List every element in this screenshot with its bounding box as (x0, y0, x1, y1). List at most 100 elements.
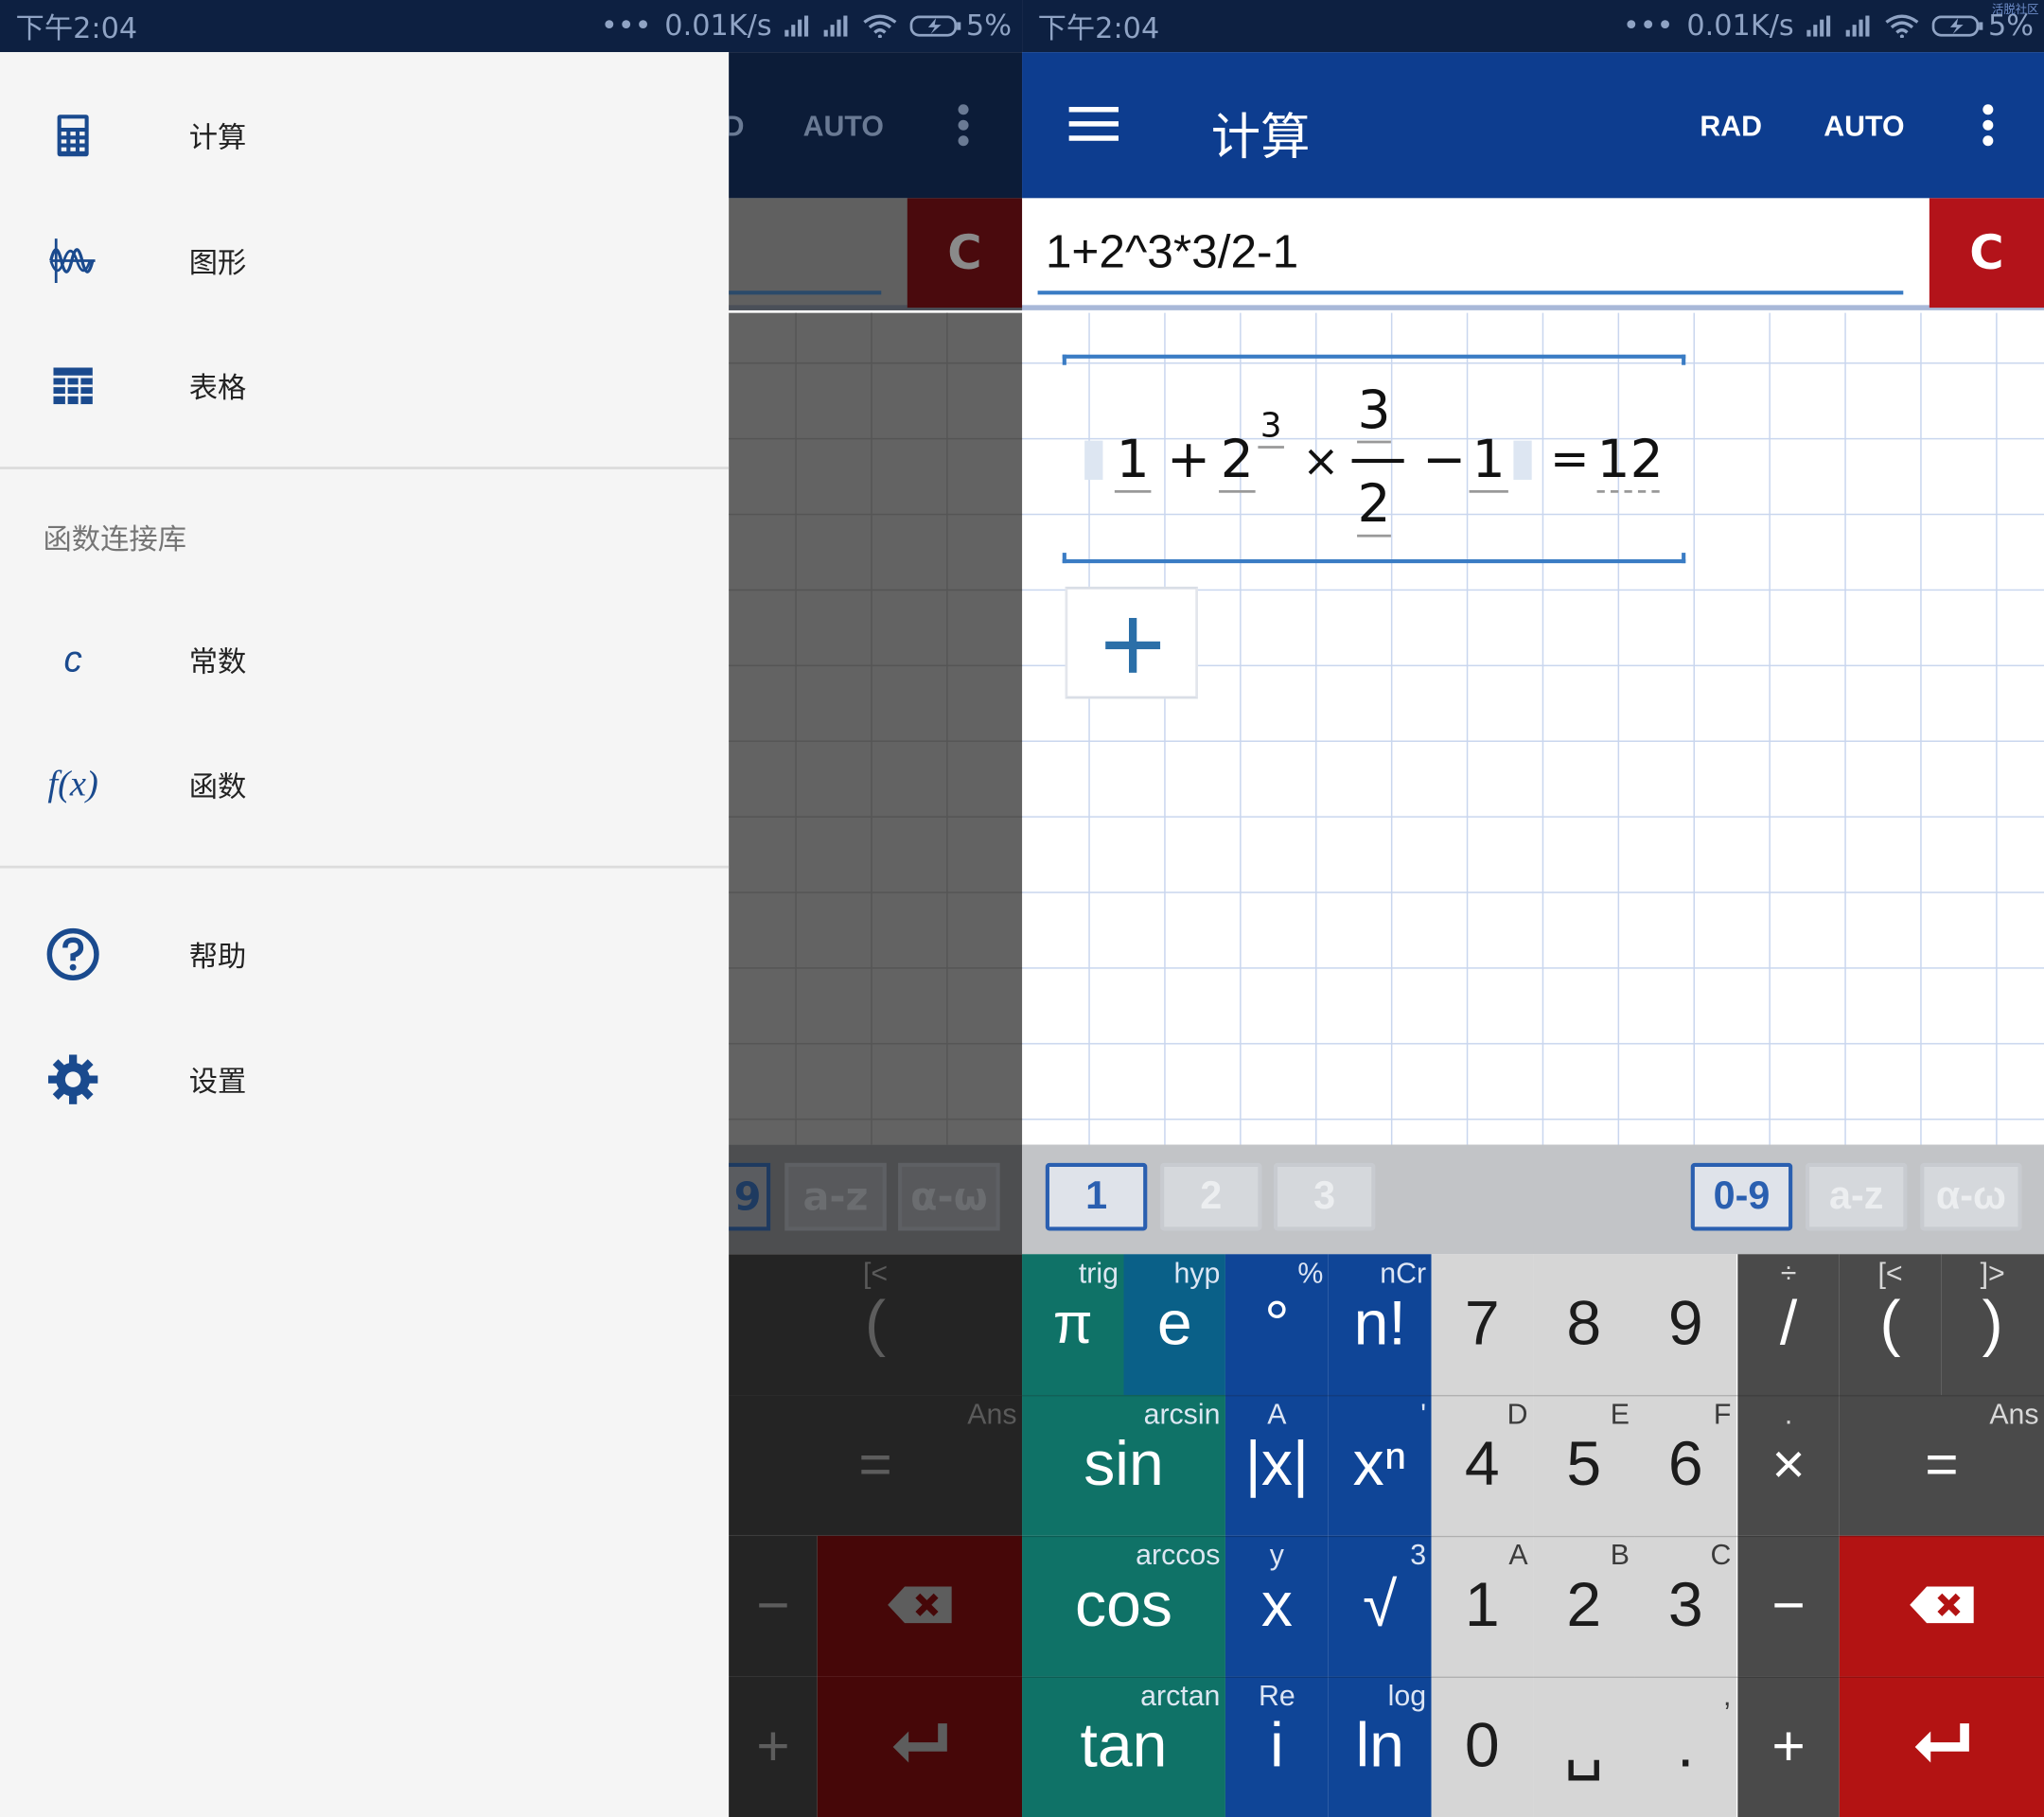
keyboard-digits-tab[interactable]: 0-9 (1690, 1162, 1793, 1231)
operator-key[interactable]: ×. (1737, 1395, 1840, 1536)
result-term: 1 (1114, 431, 1152, 493)
digit-key[interactable]: 4D (1431, 1395, 1534, 1536)
drawer-item-functions[interactable]: f(x) 函数 (0, 722, 729, 847)
help-icon (37, 918, 110, 991)
drawer-item-graph[interactable]: 图形 (0, 198, 729, 323)
backspace-icon (886, 1578, 954, 1635)
page-title: 计算 (1210, 108, 1311, 166)
key-label: 8 (1566, 1289, 1602, 1359)
keyboard-page-3[interactable]: 3 (1273, 1162, 1376, 1231)
drawer-item-label: 图形 (188, 247, 247, 281)
digit-key[interactable]: ., (1634, 1676, 1736, 1817)
fn-key[interactable]: tan arctan (1022, 1676, 1225, 1817)
key-secondary-label: ÷ (1780, 1257, 1797, 1290)
fn-key[interactable]: xⁿ ' (1328, 1395, 1432, 1536)
signal-icon (1806, 15, 1833, 37)
operator-times: × (1302, 435, 1340, 488)
fn-key[interactable]: |x| A (1225, 1395, 1329, 1536)
fn-key[interactable]: sin arcsin (1022, 1395, 1225, 1536)
key-secondary-label: ' (1420, 1397, 1427, 1431)
fn-key[interactable]: xy (1225, 1535, 1329, 1677)
digit-key[interactable]: ␣ (1533, 1676, 1635, 1817)
angle-mode-button[interactable]: RAD (1700, 110, 1762, 144)
key-label: × (1771, 1432, 1806, 1497)
operator-key[interactable]: / ÷ (1737, 1254, 1840, 1396)
drawer-item-help[interactable]: 帮助 (0, 891, 729, 1016)
result-card[interactable]: 1 + 2 3 × 3 2 − 1 = 12 (1062, 354, 1686, 564)
key-secondary-label: arccos (1136, 1538, 1221, 1572)
more-vert-icon[interactable] (1979, 101, 1995, 149)
fn-key[interactable]: n! nCr (1328, 1254, 1432, 1396)
operator-key[interactable]: = Ans (1839, 1395, 2044, 1536)
operator-key[interactable]: ([< (1839, 1254, 1942, 1396)
backspace-icon (1908, 1578, 1976, 1635)
drawer-item-settings[interactable]: 设置 (0, 1017, 729, 1142)
add-expression-button[interactable] (1065, 586, 1199, 699)
clear-button[interactable]: C (1929, 198, 2044, 309)
signal-icon (1845, 15, 1873, 37)
key-label: xⁿ (1352, 1430, 1407, 1500)
fn-key[interactable]: °% (1225, 1254, 1329, 1396)
backspace-key[interactable] (817, 1535, 1023, 1677)
key-label: sin (1084, 1430, 1164, 1500)
keyboard-page-1[interactable]: 1 (1045, 1162, 1148, 1231)
operator-key[interactable]: − (729, 1535, 818, 1677)
digit-key[interactable]: 0 (1431, 1676, 1534, 1817)
auto-mode-button[interactable]: AUTO (1824, 110, 1904, 144)
key-secondary-label: log (1387, 1679, 1427, 1712)
operator-key[interactable]: − (1737, 1535, 1840, 1677)
keyboard-latin-tab[interactable]: a-z (1805, 1162, 1908, 1231)
fn-key[interactable]: π trig (1022, 1254, 1124, 1396)
keyboard-greek-tab[interactable]: α-ω (1920, 1162, 2022, 1231)
drawer-item-table[interactable]: 表格 (0, 324, 729, 449)
key-label: 6 (1667, 1430, 1703, 1500)
digit-key[interactable]: 3C (1634, 1535, 1736, 1677)
drawer-item-constants[interactable]: c 常数 (0, 597, 729, 722)
key-label: n! (1353, 1289, 1406, 1359)
key-secondary-label: A (1508, 1538, 1528, 1572)
key-secondary-label: ]> (1980, 1257, 2005, 1290)
fn-key[interactable]: ln log (1328, 1676, 1432, 1817)
drawer-item-label: 计算 (188, 122, 247, 155)
digit-key[interactable]: 2B (1533, 1535, 1635, 1677)
key-label: − (1771, 1573, 1806, 1638)
key-label: 2 (1566, 1571, 1602, 1641)
backspace-key[interactable] (1839, 1535, 2044, 1677)
divider (0, 467, 730, 469)
digit-key[interactable]: 1A (1431, 1535, 1534, 1677)
fn-key[interactable]: i Re (1225, 1676, 1329, 1817)
fn-key[interactable]: √ 3 (1328, 1535, 1432, 1677)
enter-key[interactable] (817, 1676, 1023, 1817)
key-label: = (858, 1432, 892, 1497)
key-label: ) (1982, 1289, 2003, 1359)
key-secondary-label: trig (1078, 1257, 1119, 1290)
operator-key[interactable]: + (729, 1676, 818, 1817)
keyboard-page-2[interactable]: 2 (1160, 1162, 1262, 1231)
key-label: 3 (1667, 1571, 1703, 1641)
digit-key[interactable]: 7 (1431, 1254, 1534, 1396)
drawer-item-label: 表格 (188, 372, 247, 406)
digit-key[interactable]: 9 (1634, 1254, 1736, 1396)
fn-key[interactable]: e hyp (1123, 1254, 1225, 1396)
key-label: π (1052, 1292, 1093, 1356)
hamburger-icon[interactable] (1068, 104, 1121, 143)
key-label: 1 (1464, 1571, 1500, 1641)
operator-key[interactable]: = Ans (729, 1395, 1023, 1536)
drawer-item-calculate[interactable]: 计算 (0, 73, 729, 198)
digit-key[interactable]: 8 (1533, 1254, 1635, 1396)
expression-input[interactable]: 1+2^3*3/2-1 (1046, 224, 1298, 279)
key-label: ␣ (1563, 1711, 1604, 1781)
key-secondary-label: Ans (967, 1397, 1017, 1431)
enter-key[interactable] (1839, 1676, 2044, 1817)
status-bar: 下午2:04 ••• 0.01K/s 5% (0, 0, 1023, 53)
key-secondary-label: Re (1258, 1679, 1295, 1712)
digit-key[interactable]: 5E (1533, 1395, 1635, 1536)
dimmed-input: C (729, 198, 1023, 310)
digit-key[interactable]: 6F (1634, 1395, 1736, 1536)
key-secondary-label: nCr (1380, 1257, 1427, 1290)
operator-key[interactable]: )]> (1941, 1254, 2044, 1396)
fn-key[interactable]: cos arccos (1022, 1535, 1225, 1677)
key-secondary-label: . (1784, 1397, 1793, 1431)
operator-key[interactable]: ([< (729, 1254, 1023, 1396)
operator-key[interactable]: + (1737, 1676, 1840, 1817)
